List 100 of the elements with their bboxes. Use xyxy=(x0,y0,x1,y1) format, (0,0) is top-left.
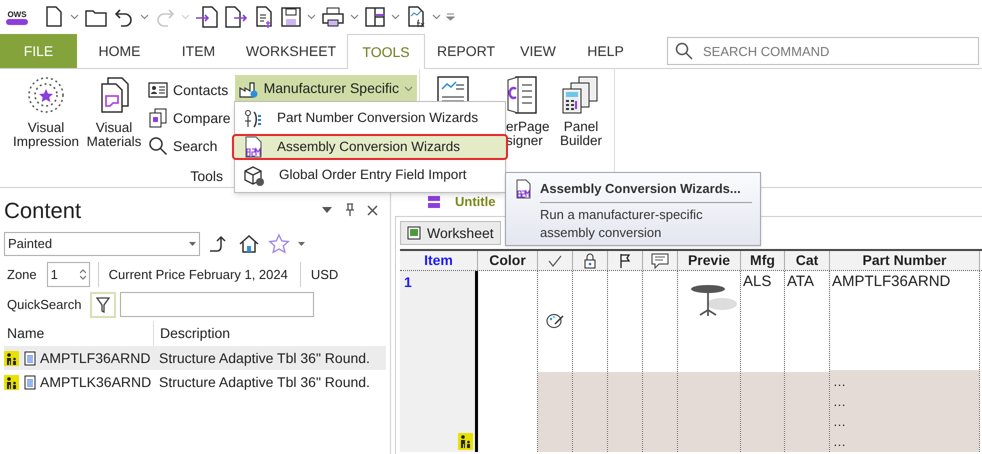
menu-item[interactable]: Part Number Conversion Wizards xyxy=(235,105,505,132)
tooltip-title: Assembly Conversion Wizards... xyxy=(540,180,741,198)
ribbon-button[interactable]: Contacts xyxy=(148,79,231,101)
ribbon-tab[interactable]: REPORT xyxy=(425,34,507,68)
column-header[interactable] xyxy=(573,251,608,270)
ribbon-button[interactable]: Panel Builder xyxy=(556,75,606,167)
caret-icon[interactable] xyxy=(307,14,316,20)
contact-card-icon xyxy=(148,82,168,98)
print-icon[interactable] xyxy=(321,6,345,28)
continuation-mark: … xyxy=(832,393,847,411)
filter-icon xyxy=(96,296,110,312)
item-name: AMPTLK36ARND xyxy=(40,372,152,392)
caret-icon[interactable] xyxy=(70,14,79,20)
spin-arrows-icon xyxy=(80,269,86,280)
column-header[interactable]: Item xyxy=(400,251,478,270)
filter-button[interactable] xyxy=(90,292,116,318)
quicksearch-field[interactable] xyxy=(120,292,314,317)
sparkle-icon xyxy=(26,75,66,115)
layout-icon[interactable] xyxy=(364,6,386,28)
pin-icon[interactable] xyxy=(345,203,355,217)
document-title[interactable]: Untitle xyxy=(455,192,496,212)
column-header[interactable]: Previe xyxy=(678,251,741,270)
column-header[interactable]: Mfg xyxy=(741,251,785,270)
continuation-mark: … xyxy=(832,373,847,391)
import-icon[interactable] xyxy=(195,5,219,29)
dropdown-button[interactable]: Manufacturer Specific xyxy=(234,75,417,102)
save-icon[interactable] xyxy=(280,6,302,28)
group-label: Tools xyxy=(190,167,223,186)
asm-file-icon xyxy=(514,179,532,199)
ribbon-button[interactable]: Visual Impression xyxy=(8,75,84,166)
box-globe-icon xyxy=(243,164,265,186)
palette-icon xyxy=(546,313,564,329)
ribbon-button[interactable]: erPage signer xyxy=(506,120,550,148)
item-description: Structure Adaptive Tbl 36" Round. xyxy=(159,372,370,392)
sheet-icon xyxy=(407,226,421,240)
factory-icon xyxy=(238,80,259,98)
document-icon xyxy=(24,350,36,366)
field-label: Zone xyxy=(7,266,37,284)
star-icon[interactable] xyxy=(268,233,290,255)
asm-file-icon xyxy=(243,136,263,158)
zone-spinbox[interactable]: 1 xyxy=(46,262,90,287)
ribbon-tab[interactable]: HELP xyxy=(569,34,642,68)
caret-icon[interactable] xyxy=(298,242,305,246)
sheet-tab[interactable]: Worksheet xyxy=(400,221,501,245)
ribbon-button[interactable]: Compare xyxy=(148,107,231,129)
close-icon[interactable] xyxy=(367,204,378,216)
column-header[interactable]: Color xyxy=(478,251,538,270)
cell-text: AMPTLF36ARND xyxy=(831,272,952,292)
logo: OWS xyxy=(7,10,27,18)
list-row[interactable]: AMPTLF36ARND Structure Adaptive Tbl 36" Round. xyxy=(4,346,386,370)
column-header[interactable] xyxy=(608,251,643,270)
ribbon-tab[interactable]: TOOLS xyxy=(347,34,425,69)
cell-text: ATA xyxy=(786,272,815,292)
caret-icon[interactable] xyxy=(391,14,400,20)
document-icon xyxy=(24,374,36,390)
customize-icon[interactable] xyxy=(446,13,455,21)
person-icon xyxy=(4,374,19,390)
caret-icon[interactable] xyxy=(404,86,413,92)
swoosh-icon xyxy=(5,18,29,24)
continuation-mark: … xyxy=(832,433,847,451)
caret-icon[interactable] xyxy=(350,14,359,20)
category-dropdown[interactable]: Painted xyxy=(4,232,200,256)
ribbon-tab[interactable]: WORKSHEET xyxy=(235,34,347,68)
export-icon[interactable] xyxy=(224,5,248,29)
column-header[interactable] xyxy=(538,251,573,270)
home-icon[interactable] xyxy=(238,234,260,254)
search-field[interactable]: SEARCH COMMAND xyxy=(667,37,979,65)
item-number: 1 xyxy=(404,273,412,292)
menu-item[interactable]: Assembly Conversion Wizards xyxy=(232,134,508,160)
search-icon xyxy=(675,42,693,60)
panel-title: Content xyxy=(4,196,82,224)
ribbon-tab[interactable]: VIEW xyxy=(507,34,569,68)
continuation-mark: … xyxy=(832,413,847,431)
parts-icon xyxy=(243,108,263,128)
cell-text: ALS xyxy=(742,272,772,292)
item-description: Structure Adaptive Tbl 36" Round. xyxy=(159,348,370,368)
comment-icon xyxy=(651,252,669,268)
price-list-label: Current Price February 1, 2024 xyxy=(108,266,288,284)
column-header[interactable]: Cat xyxy=(785,251,830,270)
list-row[interactable]: AMPTLK36ARND Structure Adaptive Tbl 36" Round. xyxy=(4,370,386,394)
field-label: QuickSearch xyxy=(7,296,82,314)
caret-icon[interactable] xyxy=(432,14,441,20)
person-icon xyxy=(458,433,473,450)
dropdown-icon xyxy=(189,242,196,246)
column-header[interactable] xyxy=(643,251,678,270)
item-name: AMPTLF36ARND xyxy=(40,348,152,368)
compare-icon xyxy=(148,108,168,128)
lock-icon xyxy=(583,252,597,268)
menu-item[interactable]: Global Order Entry Field Import xyxy=(235,162,505,189)
worksheet-doc-icon xyxy=(427,195,441,209)
ribbon-tab[interactable]: HOME xyxy=(77,34,162,68)
ribbon-button[interactable]: Search xyxy=(148,135,231,157)
column-header[interactable]: Description xyxy=(154,323,230,344)
search-icon xyxy=(148,136,168,156)
column-header[interactable]: Part Number xyxy=(830,251,980,270)
dropdown-icon[interactable] xyxy=(321,206,333,214)
ribbon-tab[interactable]: ITEM xyxy=(162,34,235,68)
flag-icon xyxy=(619,252,631,268)
ribbon-button[interactable]: Visual Materials xyxy=(84,75,144,166)
caret-icon[interactable] xyxy=(140,14,149,20)
